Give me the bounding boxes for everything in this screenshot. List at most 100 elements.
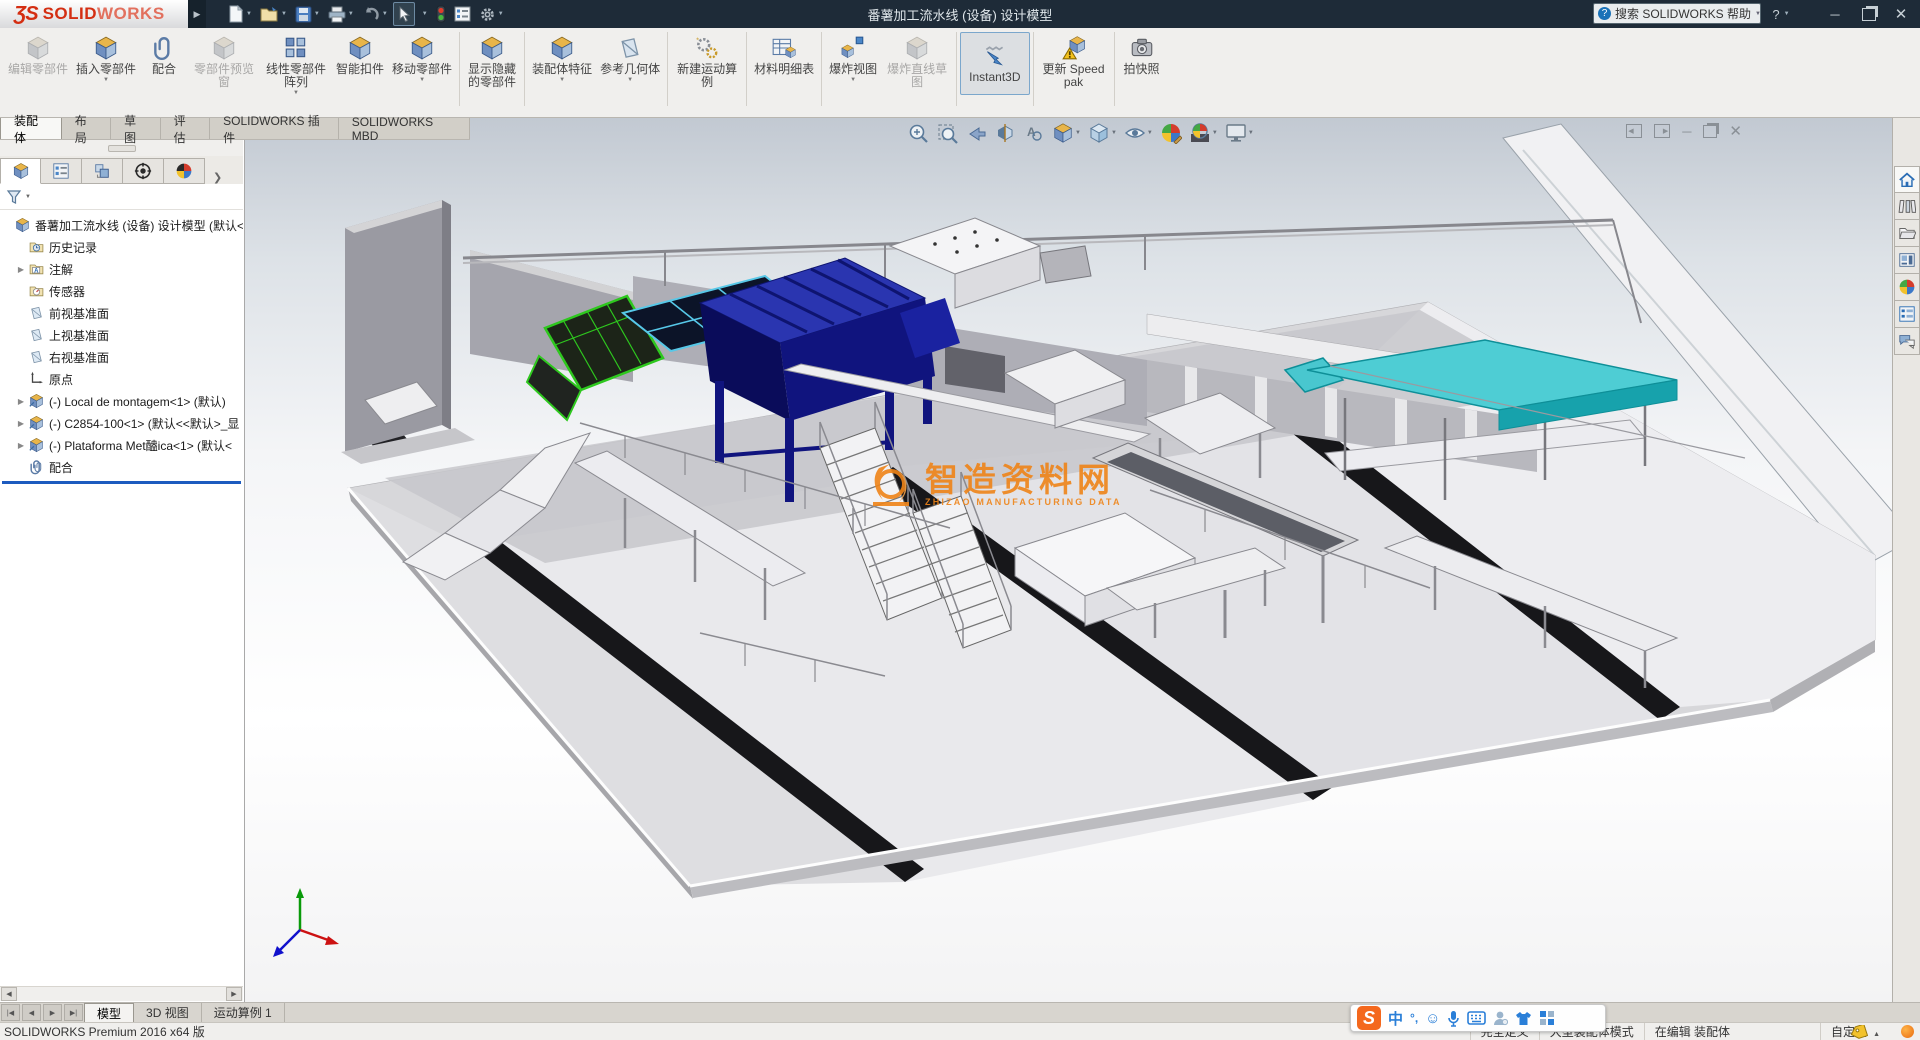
tag-icon[interactable] xyxy=(1850,1025,1868,1039)
previous-view-button[interactable] xyxy=(963,120,989,146)
tree-item-origin[interactable]: 原点 xyxy=(0,368,243,390)
zoom-to-area-button[interactable] xyxy=(934,120,960,146)
menu-flyout-arrow[interactable]: ▶ xyxy=(188,0,206,28)
doc-close-button[interactable]: ✕ xyxy=(1729,122,1742,140)
ime-language-toggle[interactable]: 中 xyxy=(1388,1008,1403,1029)
ribbon-move-component-button[interactable]: 移动零部件▼ xyxy=(388,30,456,85)
view-annotations-button[interactable]: A xyxy=(1021,120,1047,146)
ribbon-component-preview-button[interactable]: 零部件预览窗 xyxy=(188,30,260,91)
ribbon-new-motion-study-button[interactable]: * 新建运动算例 xyxy=(671,30,743,91)
ribbon-show-hidden-components-button[interactable]: 显示隐藏的零部件 xyxy=(463,30,521,91)
taskpane-forum-button[interactable] xyxy=(1894,328,1920,355)
panel-tabs-overflow-chevron[interactable]: ❯ xyxy=(213,171,222,184)
collapse-pane-right-button[interactable]: ▶ xyxy=(1654,124,1670,138)
ribbon-update-speedpak-button[interactable]: 更新 Speedpak xyxy=(1037,30,1111,91)
taskpane-view-palette-button[interactable] xyxy=(1894,247,1920,274)
tab-sketch[interactable]: 草图 xyxy=(111,118,160,139)
tab-property-manager[interactable] xyxy=(41,158,82,184)
tab-solidworks-mbd[interactable]: SOLIDWORKS MBD xyxy=(339,118,470,139)
tree-item-history[interactable]: 历史记录 xyxy=(0,236,243,258)
tab-layout[interactable]: 布局 xyxy=(62,118,111,139)
ribbon-reference-geometry-button[interactable]: 参考几何体▼ xyxy=(596,30,664,85)
tree-item-front-plane[interactable]: 前视基准面 xyxy=(0,302,243,324)
minimize-button[interactable]: ─ xyxy=(1822,0,1848,28)
edit-appearance-button[interactable] xyxy=(1158,120,1184,146)
ribbon-take-snapshot-button[interactable]: 拍快照 xyxy=(1118,30,1166,78)
rollback-bar[interactable] xyxy=(2,481,241,484)
doc-minimize-button[interactable]: ─ xyxy=(1682,124,1691,139)
new-document-button[interactable]: ▼ xyxy=(225,3,255,25)
ribbon-insert-component-button[interactable]: 插入零部件▼ xyxy=(72,30,140,85)
tab-scroll-next-button[interactable]: ▶ xyxy=(43,1004,62,1021)
print-button[interactable]: ▼ xyxy=(325,3,357,25)
tab-configuration-manager[interactable] xyxy=(82,158,123,184)
ribbon-bill-of-materials-button[interactable]: 材料明细表 xyxy=(750,30,818,78)
collapse-pane-left-button[interactable]: ◀ xyxy=(1626,124,1642,138)
ribbon-instant3d-button[interactable]: Instant3D xyxy=(960,32,1029,95)
open-document-button[interactable]: ▼ xyxy=(257,3,290,25)
tree-item-component-plataforma-metalica[interactable]: ▶ (-) Plataforma Met醠ica<1> (默认< xyxy=(0,434,243,456)
options-button[interactable]: ▼ xyxy=(476,3,507,25)
taskpane-custom-properties-button[interactable] xyxy=(1894,301,1920,328)
ribbon-smart-fasteners-button[interactable]: 智能扣件 xyxy=(332,30,388,78)
tab-dimxpert-manager[interactable] xyxy=(123,158,164,184)
help-search-box[interactable]: ? 搜索 SOLIDWORKS 帮助 ▼ xyxy=(1593,3,1761,24)
sogou-floating-icon[interactable] xyxy=(1901,1025,1914,1038)
help-menu-button[interactable]: ?▼ xyxy=(1768,0,1794,28)
ribbon-linear-pattern-button[interactable]: 线性零部件阵列▼ xyxy=(260,30,332,98)
viewport-canvas[interactable] xyxy=(245,118,1892,1002)
ime-toolbox-grid-icon[interactable] xyxy=(1539,1010,1555,1026)
display-style-button[interactable]: ▼ xyxy=(1086,120,1119,146)
tab-evaluate[interactable]: 评估 xyxy=(161,118,210,139)
rebuild-button[interactable] xyxy=(433,3,449,25)
taskpane-design-library-button[interactable] xyxy=(1894,193,1920,220)
ime-skin-shirt-icon[interactable] xyxy=(1515,1011,1532,1026)
doc-restore-button[interactable] xyxy=(1703,125,1717,138)
section-view-button[interactable] xyxy=(992,120,1018,146)
restore-button[interactable] xyxy=(1856,0,1882,28)
ime-emoji-button[interactable]: ☺ xyxy=(1425,1010,1440,1027)
taskpane-appearances-button[interactable] xyxy=(1894,274,1920,301)
ime-voice-mic-icon[interactable] xyxy=(1447,1010,1460,1027)
tab-scroll-prev-button[interactable]: ◀ xyxy=(22,1004,41,1021)
model-white-bin[interactable] xyxy=(890,218,1091,308)
ribbon-mate-button[interactable]: 配合 xyxy=(140,30,188,78)
tree-item-component-c2854-100[interactable]: ▶ (-) C2854-100<1> (默认<<默认>_显 xyxy=(0,412,243,434)
scroll-left-button[interactable]: ◀ xyxy=(1,987,17,1001)
tree-item-component-local-de-montagem[interactable]: ▶ (-) Local de montagem<1> (默认) xyxy=(0,390,243,412)
taskpane-file-explorer-button[interactable] xyxy=(1894,220,1920,247)
taskpane-home-button[interactable] xyxy=(1894,166,1920,193)
undo-button[interactable]: ▼ xyxy=(359,3,391,25)
tree-item-top-plane[interactable]: 上视基准面 xyxy=(0,324,243,346)
tab-feature-tree[interactable] xyxy=(0,158,41,184)
ribbon-assembly-features-button[interactable]: 装配体特征▼ xyxy=(528,30,596,85)
select-tool-button[interactable] xyxy=(393,2,415,26)
view-settings-button[interactable]: ▼ xyxy=(1223,120,1256,146)
graphics-viewport[interactable]: A ▼ ▼ ▼ xyxy=(245,118,1892,1002)
ime-account-icon[interactable] xyxy=(1493,1010,1508,1026)
ribbon-edit-component-button[interactable]: 编辑零部件 xyxy=(4,30,72,78)
tree-root-assembly[interactable]: 番薯加工流水线 (设备) 设计模型 (默认< xyxy=(0,214,243,236)
tree-item-annotations[interactable]: ▶ A 注解 xyxy=(0,258,243,280)
panel-horizontal-scrollbar[interactable]: ◀ ▶ xyxy=(0,986,243,1001)
tree-item-mates[interactable]: 配合 xyxy=(0,456,243,478)
view-orientation-button[interactable]: ▼ xyxy=(1050,120,1083,146)
ime-keyboard-icon[interactable] xyxy=(1467,1011,1486,1025)
select-caret-button[interactable]: ▼ xyxy=(417,3,431,25)
tree-item-sensors[interactable]: 传感器 xyxy=(0,280,243,302)
ribbon-explode-line-sketch-button[interactable]: 爆炸直线草图 xyxy=(881,30,953,91)
close-button[interactable]: ✕ xyxy=(1888,0,1914,28)
tab-assembly[interactable]: 装配体 xyxy=(0,118,62,139)
scroll-right-button[interactable]: ▶ xyxy=(226,987,242,1001)
hide-show-items-button[interactable]: ▼ xyxy=(1122,120,1155,146)
tree-item-right-plane[interactable]: 右视基准面 xyxy=(0,346,243,368)
doc-tab-model[interactable]: 模型 xyxy=(84,1003,134,1022)
tab-scroll-first-button[interactable]: |◀ xyxy=(1,1004,20,1021)
file-properties-button[interactable] xyxy=(451,3,474,25)
doc-tab-3d-views[interactable]: 3D 视图 xyxy=(134,1003,202,1022)
tab-display-manager[interactable] xyxy=(164,158,205,184)
ime-punctuation-toggle[interactable]: °, xyxy=(1410,1011,1418,1025)
save-button[interactable]: ▼ xyxy=(292,3,323,25)
zoom-to-fit-button[interactable] xyxy=(905,120,931,146)
sogou-logo-icon[interactable]: S xyxy=(1357,1006,1381,1030)
